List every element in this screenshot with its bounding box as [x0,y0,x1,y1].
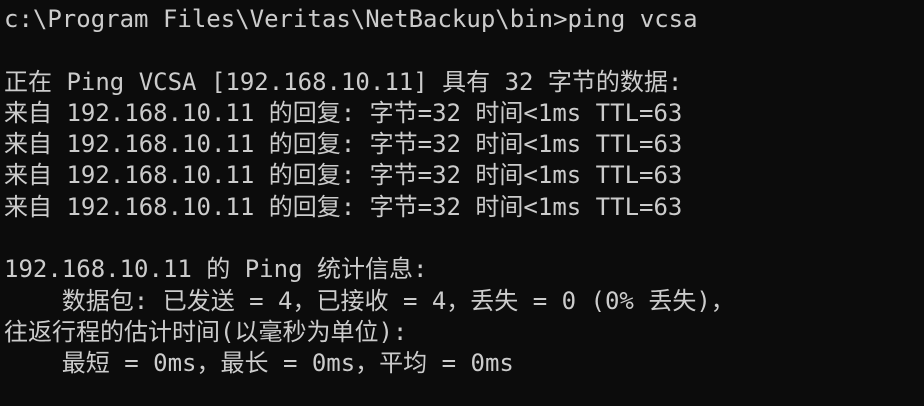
reply-line: 来自 192.168.10.11 的回复: 字节=32 时间<1ms TTL=6… [4,130,683,159]
command-prompt-line: c:\Program Files\Veritas\NetBackup\bin>p… [4,5,698,33]
rtt-header-line: 往返行程的估计时间(以毫秒为单位): [4,317,408,346]
stats-header-line: 192.168.10.11 的 Ping 统计信息: [4,255,428,284]
packets-summary-line: 数据包: 已发送 = 4，已接收 = 4，丢失 = 0 (0% 丢失)， [4,286,735,315]
reply-line: 来自 192.168.10.11 的回复: 字节=32 时间<1ms TTL=6… [4,161,683,190]
reply-line: 来自 192.168.10.11 的回复: 字节=32 时间<1ms TTL=6… [4,192,683,221]
ping-start-line: 正在 Ping VCSA [192.168.10.11] 具有 32 字节的数据… [4,67,683,96]
console-window[interactable]: c:\Program Files\Veritas\NetBackup\bin>p… [0,0,924,406]
rtt-values-line: 最短 = 0ms，最长 = 0ms，平均 = 0ms [4,349,514,378]
reply-line: 来自 192.168.10.11 的回复: 字节=32 时间<1ms TTL=6… [4,98,683,127]
